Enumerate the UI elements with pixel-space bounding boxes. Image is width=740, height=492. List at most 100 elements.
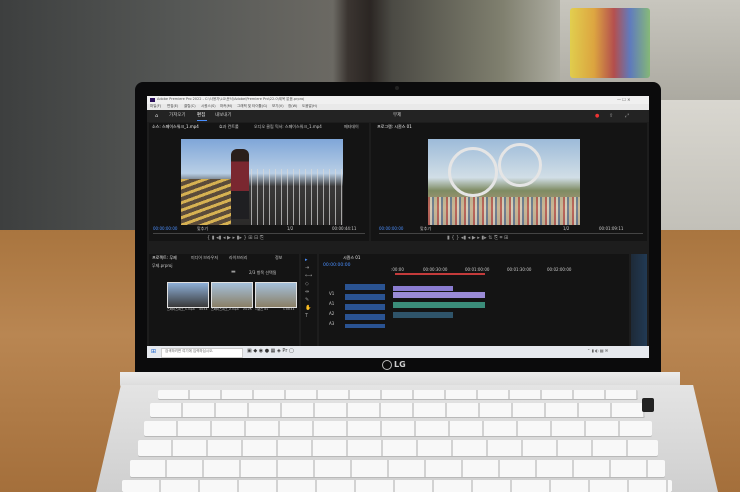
clip-thumbnail-1[interactable] xyxy=(167,282,209,308)
menu-item-sequence[interactable]: 시퀀스(S) xyxy=(201,104,216,109)
ruler-mark-4: 00:02:00:00 xyxy=(547,267,572,272)
taskbar-search-text: 검색하려면 여기에 입력하십시오. xyxy=(165,349,214,353)
track-toggles[interactable] xyxy=(345,282,385,328)
source-transport-controls[interactable]: { ▮ ◂▮ ◂ ▶ ▸ ▮▸ } ⊞ ⊟ ⎘ xyxy=(207,236,264,241)
program-timecode-in[interactable]: 00:00:00:00 xyxy=(379,227,403,231)
system-tray-icon: ⌃ ▮ ◐ ▦ ✉ xyxy=(587,348,609,353)
project-file-name: 무제.prproj xyxy=(152,263,173,268)
pen-tool-icon[interactable]: ✎ xyxy=(305,298,309,303)
metadata-tab[interactable]: 메타데이 xyxy=(344,125,359,129)
audio-meters xyxy=(631,254,647,346)
taskbar-apps-icon[interactable]: ▣ ◆ ◉ ● ▦ ◈ Pr ▢ xyxy=(247,349,294,354)
window-title: Adobe Premiere Pro 2022 - C:\사용자\LG\문서\A… xyxy=(157,97,305,101)
windows-start-icon[interactable]: ⊞ xyxy=(151,349,156,355)
razor-tool-icon[interactable]: ◇ xyxy=(305,282,309,287)
menu-item-file[interactable]: 파일(F) xyxy=(150,104,161,109)
program-transport-controls[interactable]: ▮ { } ◂▮ ◂ ▶ ▸ ▮▸ ⇅ ⎘ ⌗ ⊞ xyxy=(447,236,508,241)
slip-tool-icon[interactable]: ⇹ xyxy=(305,290,309,295)
video-clip-v1[interactable] xyxy=(393,292,485,298)
selection-count: 2/3 항목 선택됨 xyxy=(249,270,277,275)
keyboard xyxy=(122,390,672,492)
media-browser-tab[interactable]: 미디어 브라우저 xyxy=(191,256,218,260)
audio-mixer-tab[interactable]: 오디오 클립 믹서: 스페이스워크_1.mp4 xyxy=(254,125,322,129)
work-area-bar[interactable] xyxy=(395,273,485,275)
menu-item-help[interactable]: 도움말(H) xyxy=(302,104,317,109)
menu-item-marker[interactable]: 마커(M) xyxy=(220,104,232,109)
clip-name-2: 스페이스워크_2.mp4 xyxy=(211,307,239,311)
sequence-thumbnail[interactable] xyxy=(255,282,297,308)
track-label-a1[interactable]: A1 xyxy=(329,302,334,306)
source-fit[interactable]: 맞추기 xyxy=(197,227,208,231)
clip-duration-2: 24:25 xyxy=(243,307,252,311)
menu-item-graphics[interactable]: 그래픽 및 타이틀(G) xyxy=(237,104,267,109)
project-tab[interactable]: 프로젝트: 무제 xyxy=(152,256,177,260)
source-video-frame xyxy=(181,139,343,225)
clip-name-1: 스페이스워크_1.mp4 xyxy=(167,307,195,311)
key-row-shift[interactable] xyxy=(130,460,665,477)
timeline-tab[interactable]: 시퀀스 01 xyxy=(343,256,360,260)
key-row-qwerty[interactable] xyxy=(144,421,652,436)
hand-tool-icon[interactable]: ✋ xyxy=(305,306,311,311)
laptop-screen: Adobe Premiere Pro 2022 - C:\사용자\LG\문서\A… xyxy=(147,96,649,358)
clip-thumbnail-2[interactable] xyxy=(211,282,253,308)
ripple-edit-icon[interactable]: ⟷ xyxy=(305,274,312,279)
program-scrubber[interactable] xyxy=(379,233,643,234)
audio-clip-a1[interactable] xyxy=(393,302,485,308)
crowd xyxy=(428,197,580,225)
ruler-mark-3: 00:01:30:00 xyxy=(507,267,532,272)
stairs xyxy=(181,179,231,225)
source-scrubber[interactable] xyxy=(153,233,365,234)
new-bin-icon[interactable]: ▬ xyxy=(231,270,236,275)
program-fit[interactable]: 맞추기 xyxy=(420,227,431,231)
program-ratio[interactable]: 1/2 xyxy=(563,227,569,231)
sequence-duration: 1:09:11 xyxy=(283,307,295,311)
audio-clip-a2[interactable] xyxy=(393,312,453,318)
track-label-a3[interactable]: A3 xyxy=(329,322,334,326)
lg-logo: LG xyxy=(380,358,420,370)
railing xyxy=(251,169,343,225)
selection-tool-icon[interactable]: ▸ xyxy=(305,258,308,263)
key-row-space[interactable] xyxy=(122,480,672,492)
tab-edit[interactable]: 편집 xyxy=(197,113,205,119)
track-label-v1[interactable]: V1 xyxy=(329,292,334,296)
clip-duration-1: 44:11 xyxy=(199,307,208,311)
key-row-home[interactable] xyxy=(138,440,658,456)
timeline-timecode[interactable]: 00:00:00:00 xyxy=(323,263,350,269)
home-icon[interactable]: ⌂ xyxy=(155,114,158,119)
ruler-mark-0: :00:00 xyxy=(391,267,404,272)
roller-coaster-loop xyxy=(448,147,498,197)
tab-edit-underline xyxy=(197,120,207,121)
notification-icon[interactable]: ● xyxy=(595,114,599,119)
ruler-mark-1: 00:00:30:00 xyxy=(423,267,448,272)
video-clip-v1b[interactable] xyxy=(393,286,453,291)
project-name-center: 무제 xyxy=(393,113,402,118)
track-select-icon[interactable]: ⇥ xyxy=(305,266,309,271)
program-timecode-out: 00:01:09:11 xyxy=(599,226,624,231)
premiere-logo-icon xyxy=(150,98,155,102)
source-timecode-in[interactable]: 00:00:00:00 xyxy=(153,227,177,231)
shelf-items xyxy=(570,8,650,78)
side-port xyxy=(642,398,654,412)
key-row-fn[interactable] xyxy=(158,390,638,399)
sequence-name: 시퀀스 01 xyxy=(255,307,269,311)
libraries-tab[interactable]: 라이브러리 xyxy=(229,256,247,260)
source-tab[interactable]: 소스: 스페이스워크_1.mp4 xyxy=(152,125,199,129)
source-ratio[interactable]: 1/2 xyxy=(287,227,293,231)
menu-item-clip[interactable]: 클립(C) xyxy=(184,104,196,109)
key-row-number[interactable] xyxy=(150,403,645,417)
tab-export[interactable]: 내보내기 xyxy=(215,113,232,119)
fullscreen-icon[interactable]: ⤢ xyxy=(625,114,629,119)
source-timecode-out: 00:00:44:11 xyxy=(332,226,357,231)
share-icon[interactable]: ⇪ xyxy=(609,114,613,119)
window-controls[interactable]: — ☐ ✕ xyxy=(617,98,630,102)
effect-controls-tab[interactable]: 효과 컨트롤 xyxy=(219,125,239,129)
menu-item-edit[interactable]: 편집(E) xyxy=(167,104,178,109)
tab-import[interactable]: 가져오기 xyxy=(169,113,186,119)
track-label-a2[interactable]: A2 xyxy=(329,312,334,316)
type-tool-icon[interactable]: T xyxy=(305,314,308,319)
webcam xyxy=(395,86,399,90)
menu-item-view[interactable]: 보기(V) xyxy=(272,104,284,109)
info-tab[interactable]: 정보 xyxy=(275,256,282,260)
person-figure xyxy=(231,149,249,219)
menu-item-window[interactable]: 창(W) xyxy=(288,104,297,109)
